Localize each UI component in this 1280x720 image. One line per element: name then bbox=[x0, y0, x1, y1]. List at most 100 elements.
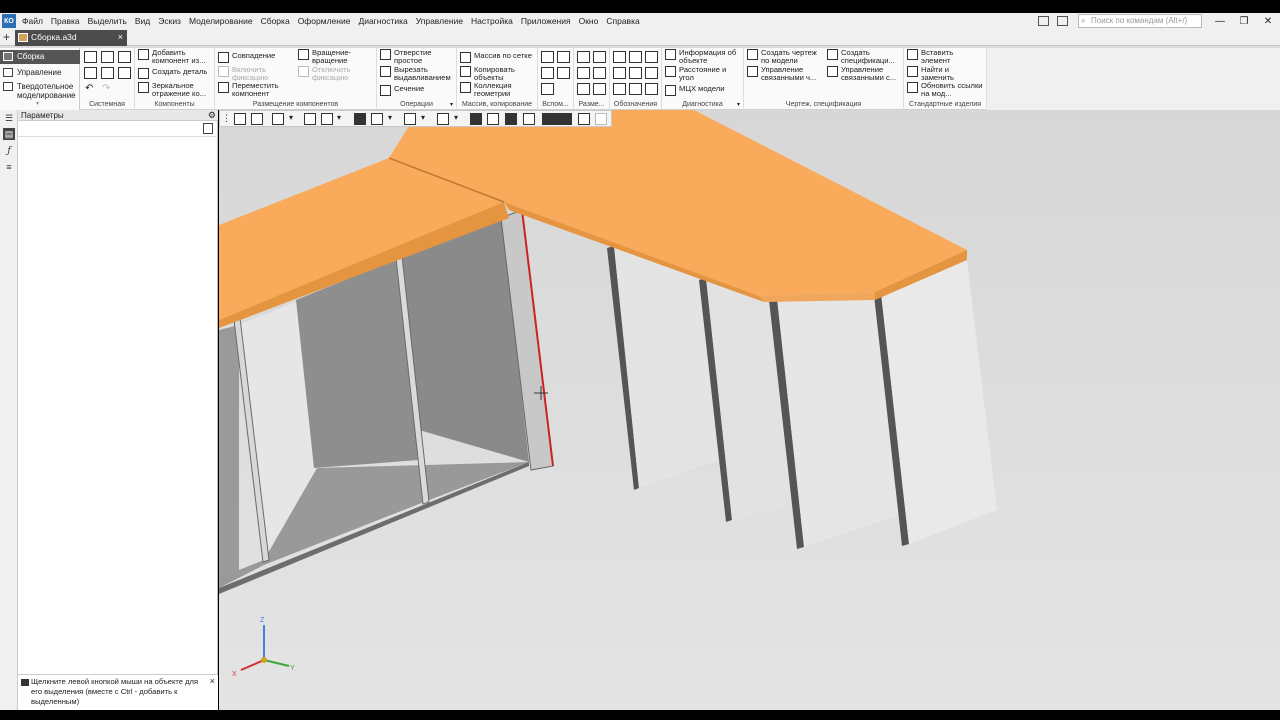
menu-management[interactable]: Управление bbox=[412, 16, 467, 26]
weld-icon[interactable] bbox=[629, 83, 642, 95]
chevron-down-icon[interactable]: ▾ bbox=[454, 113, 458, 122]
tree-icon[interactable]: ☰ bbox=[3, 112, 15, 124]
rotate-button[interactable]: Вращение-вращение bbox=[298, 49, 374, 65]
fit-view-icon[interactable] bbox=[251, 113, 263, 125]
create-spec-button[interactable]: Создать спецификаци... bbox=[827, 49, 903, 65]
chevron-down-icon[interactable]: ▾ bbox=[337, 113, 341, 122]
new-file-icon[interactable] bbox=[84, 51, 97, 63]
menu-settings[interactable]: Настройка bbox=[467, 16, 517, 26]
mirror-component-button[interactable]: Зеркальное отражение ко... bbox=[138, 82, 214, 98]
new-document-button[interactable]: + bbox=[3, 30, 10, 44]
distance-angle-button[interactable]: Расстояние и угол bbox=[665, 66, 743, 82]
menu-applications[interactable]: Приложения bbox=[517, 16, 575, 26]
zoom-icon[interactable] bbox=[272, 113, 284, 125]
radial-dim-icon[interactable] bbox=[577, 67, 590, 79]
cut-extrude-button[interactable]: Вырезать выдавливанием bbox=[380, 66, 456, 82]
layers-icon[interactable]: ≡ bbox=[3, 161, 15, 173]
mark-icon[interactable] bbox=[645, 67, 658, 79]
enable-fixation-button[interactable]: Включить фиксацию bbox=[218, 66, 288, 82]
table-icon[interactable] bbox=[645, 83, 658, 95]
menu-view[interactable]: Вид bbox=[131, 16, 154, 26]
close-tab-button[interactable]: × bbox=[118, 30, 123, 45]
section-view-icon[interactable] bbox=[437, 113, 449, 125]
angular-dim-icon[interactable] bbox=[593, 51, 606, 63]
command-search-input[interactable]: ⌕ Поиск по командам (Alt+/) bbox=[1078, 14, 1202, 28]
curve-icon[interactable] bbox=[541, 83, 554, 95]
select-faces-icon[interactable] bbox=[523, 113, 535, 125]
parameters-icon[interactable]: ▤ bbox=[3, 128, 15, 140]
coincidence-button[interactable]: Совпадение bbox=[218, 52, 275, 63]
menu-diagnostics[interactable]: Диагностика bbox=[354, 16, 411, 26]
measure-icon[interactable] bbox=[578, 113, 590, 125]
manage-linked-drawings-button[interactable]: Управление связанными ч... bbox=[747, 66, 825, 82]
close-hint-button[interactable]: × bbox=[210, 676, 215, 686]
line-icon[interactable] bbox=[557, 67, 570, 79]
chevron-down-icon[interactable]: ▾ bbox=[388, 113, 392, 122]
menu-window[interactable]: Окно bbox=[575, 16, 603, 26]
minimize-icon[interactable]: — bbox=[1208, 16, 1232, 27]
hide-icon[interactable] bbox=[404, 113, 416, 125]
toolbar-assembly[interactable]: Сборка bbox=[0, 50, 80, 64]
open-folder-icon[interactable] bbox=[101, 51, 114, 63]
roughness-icon[interactable] bbox=[613, 51, 626, 63]
chevron-down-icon[interactable]: ▾ bbox=[289, 113, 293, 122]
create-drawing-button[interactable]: Создать чертеж по модели bbox=[747, 49, 825, 65]
tree-filter-icon[interactable] bbox=[234, 113, 246, 125]
mass-properties-button[interactable]: МЦХ модели bbox=[665, 85, 724, 96]
document-tab[interactable]: Сборка.a3d × bbox=[15, 30, 127, 46]
menu-assembly[interactable]: Сборка bbox=[257, 16, 294, 26]
print-icon[interactable] bbox=[84, 67, 97, 79]
filter-icon[interactable] bbox=[542, 113, 572, 125]
3d-viewport[interactable]: Z Y X ⋮ ▾ ▾ ▾ ▾ ▾ bbox=[219, 110, 1280, 710]
menu-edit[interactable]: Правка bbox=[47, 16, 84, 26]
geometry-collection-button[interactable]: Коллекция геометрии bbox=[460, 82, 536, 98]
redo-icon[interactable]: ↷ bbox=[102, 83, 110, 94]
selection-mode-icon[interactable] bbox=[487, 113, 499, 125]
pencil-icon[interactable] bbox=[595, 113, 607, 125]
add-component-button[interactable]: Добавить компонент из... bbox=[138, 49, 214, 65]
section-button[interactable]: Сечение bbox=[380, 85, 424, 96]
snap-icon[interactable] bbox=[470, 113, 482, 125]
preview-icon[interactable] bbox=[101, 67, 114, 79]
disable-fixation-button[interactable]: Отключить фиксацию bbox=[298, 66, 374, 82]
close-icon[interactable]: ✕ bbox=[1256, 16, 1280, 27]
menu-modeling[interactable]: Моделирование bbox=[185, 16, 257, 26]
create-part-button[interactable]: Создать деталь bbox=[138, 68, 207, 79]
point-icon[interactable] bbox=[541, 67, 554, 79]
update-links-button[interactable]: Обновить ссылки на мод... bbox=[907, 82, 987, 98]
select-bodies-icon[interactable] bbox=[505, 113, 517, 125]
position-icon[interactable] bbox=[613, 83, 626, 95]
menu-help[interactable]: Справка bbox=[602, 16, 643, 26]
gear-icon[interactable]: ⚙ bbox=[208, 110, 216, 121]
object-info-button[interactable]: Информация об объекте bbox=[665, 49, 743, 65]
undo-icon[interactable]: ↶ bbox=[85, 83, 93, 94]
manage-linked-spec-button[interactable]: Управление связанными с... bbox=[827, 66, 903, 82]
menu-file[interactable]: Файл bbox=[18, 16, 47, 26]
variables-icon[interactable]: ƒ bbox=[3, 145, 15, 157]
camera-icon[interactable] bbox=[1057, 16, 1068, 26]
diameter-dim-icon[interactable] bbox=[593, 67, 606, 79]
text-icon[interactable] bbox=[629, 67, 642, 79]
simple-hole-button[interactable]: Отверстие простое bbox=[380, 49, 456, 65]
properties-icon[interactable] bbox=[118, 67, 131, 79]
expand-chevron-icon[interactable]: ▾ bbox=[36, 100, 39, 107]
wireframe-view-icon[interactable] bbox=[371, 113, 383, 125]
tree-view-icon[interactable] bbox=[203, 123, 213, 134]
menu-sketch[interactable]: Эскиз bbox=[154, 16, 185, 26]
move-component-button[interactable]: Переместить компонент bbox=[218, 82, 296, 98]
restore-icon[interactable]: ❐ bbox=[1232, 16, 1256, 27]
toolbar-management[interactable]: Управление bbox=[0, 66, 80, 80]
insert-element-button[interactable]: Вставить элемент bbox=[907, 49, 985, 65]
grid-array-button[interactable]: Массив по сетке bbox=[460, 52, 532, 63]
leader-icon[interactable] bbox=[629, 51, 642, 63]
axis-icon[interactable] bbox=[541, 51, 554, 63]
copy-objects-button[interactable]: Копировать объекты bbox=[460, 66, 536, 82]
layout-icon[interactable] bbox=[1038, 16, 1049, 26]
toolbar-solid-modeling[interactable]: Твердотельное моделирование bbox=[0, 80, 80, 102]
chevron-down-icon[interactable]: ▾ bbox=[421, 113, 425, 122]
save-icon[interactable] bbox=[118, 51, 131, 63]
base-icon[interactable] bbox=[645, 51, 658, 63]
linear-dim-icon[interactable] bbox=[577, 51, 590, 63]
pan-icon[interactable] bbox=[321, 113, 333, 125]
find-replace-button[interactable]: Найти и заменить bbox=[907, 66, 985, 82]
